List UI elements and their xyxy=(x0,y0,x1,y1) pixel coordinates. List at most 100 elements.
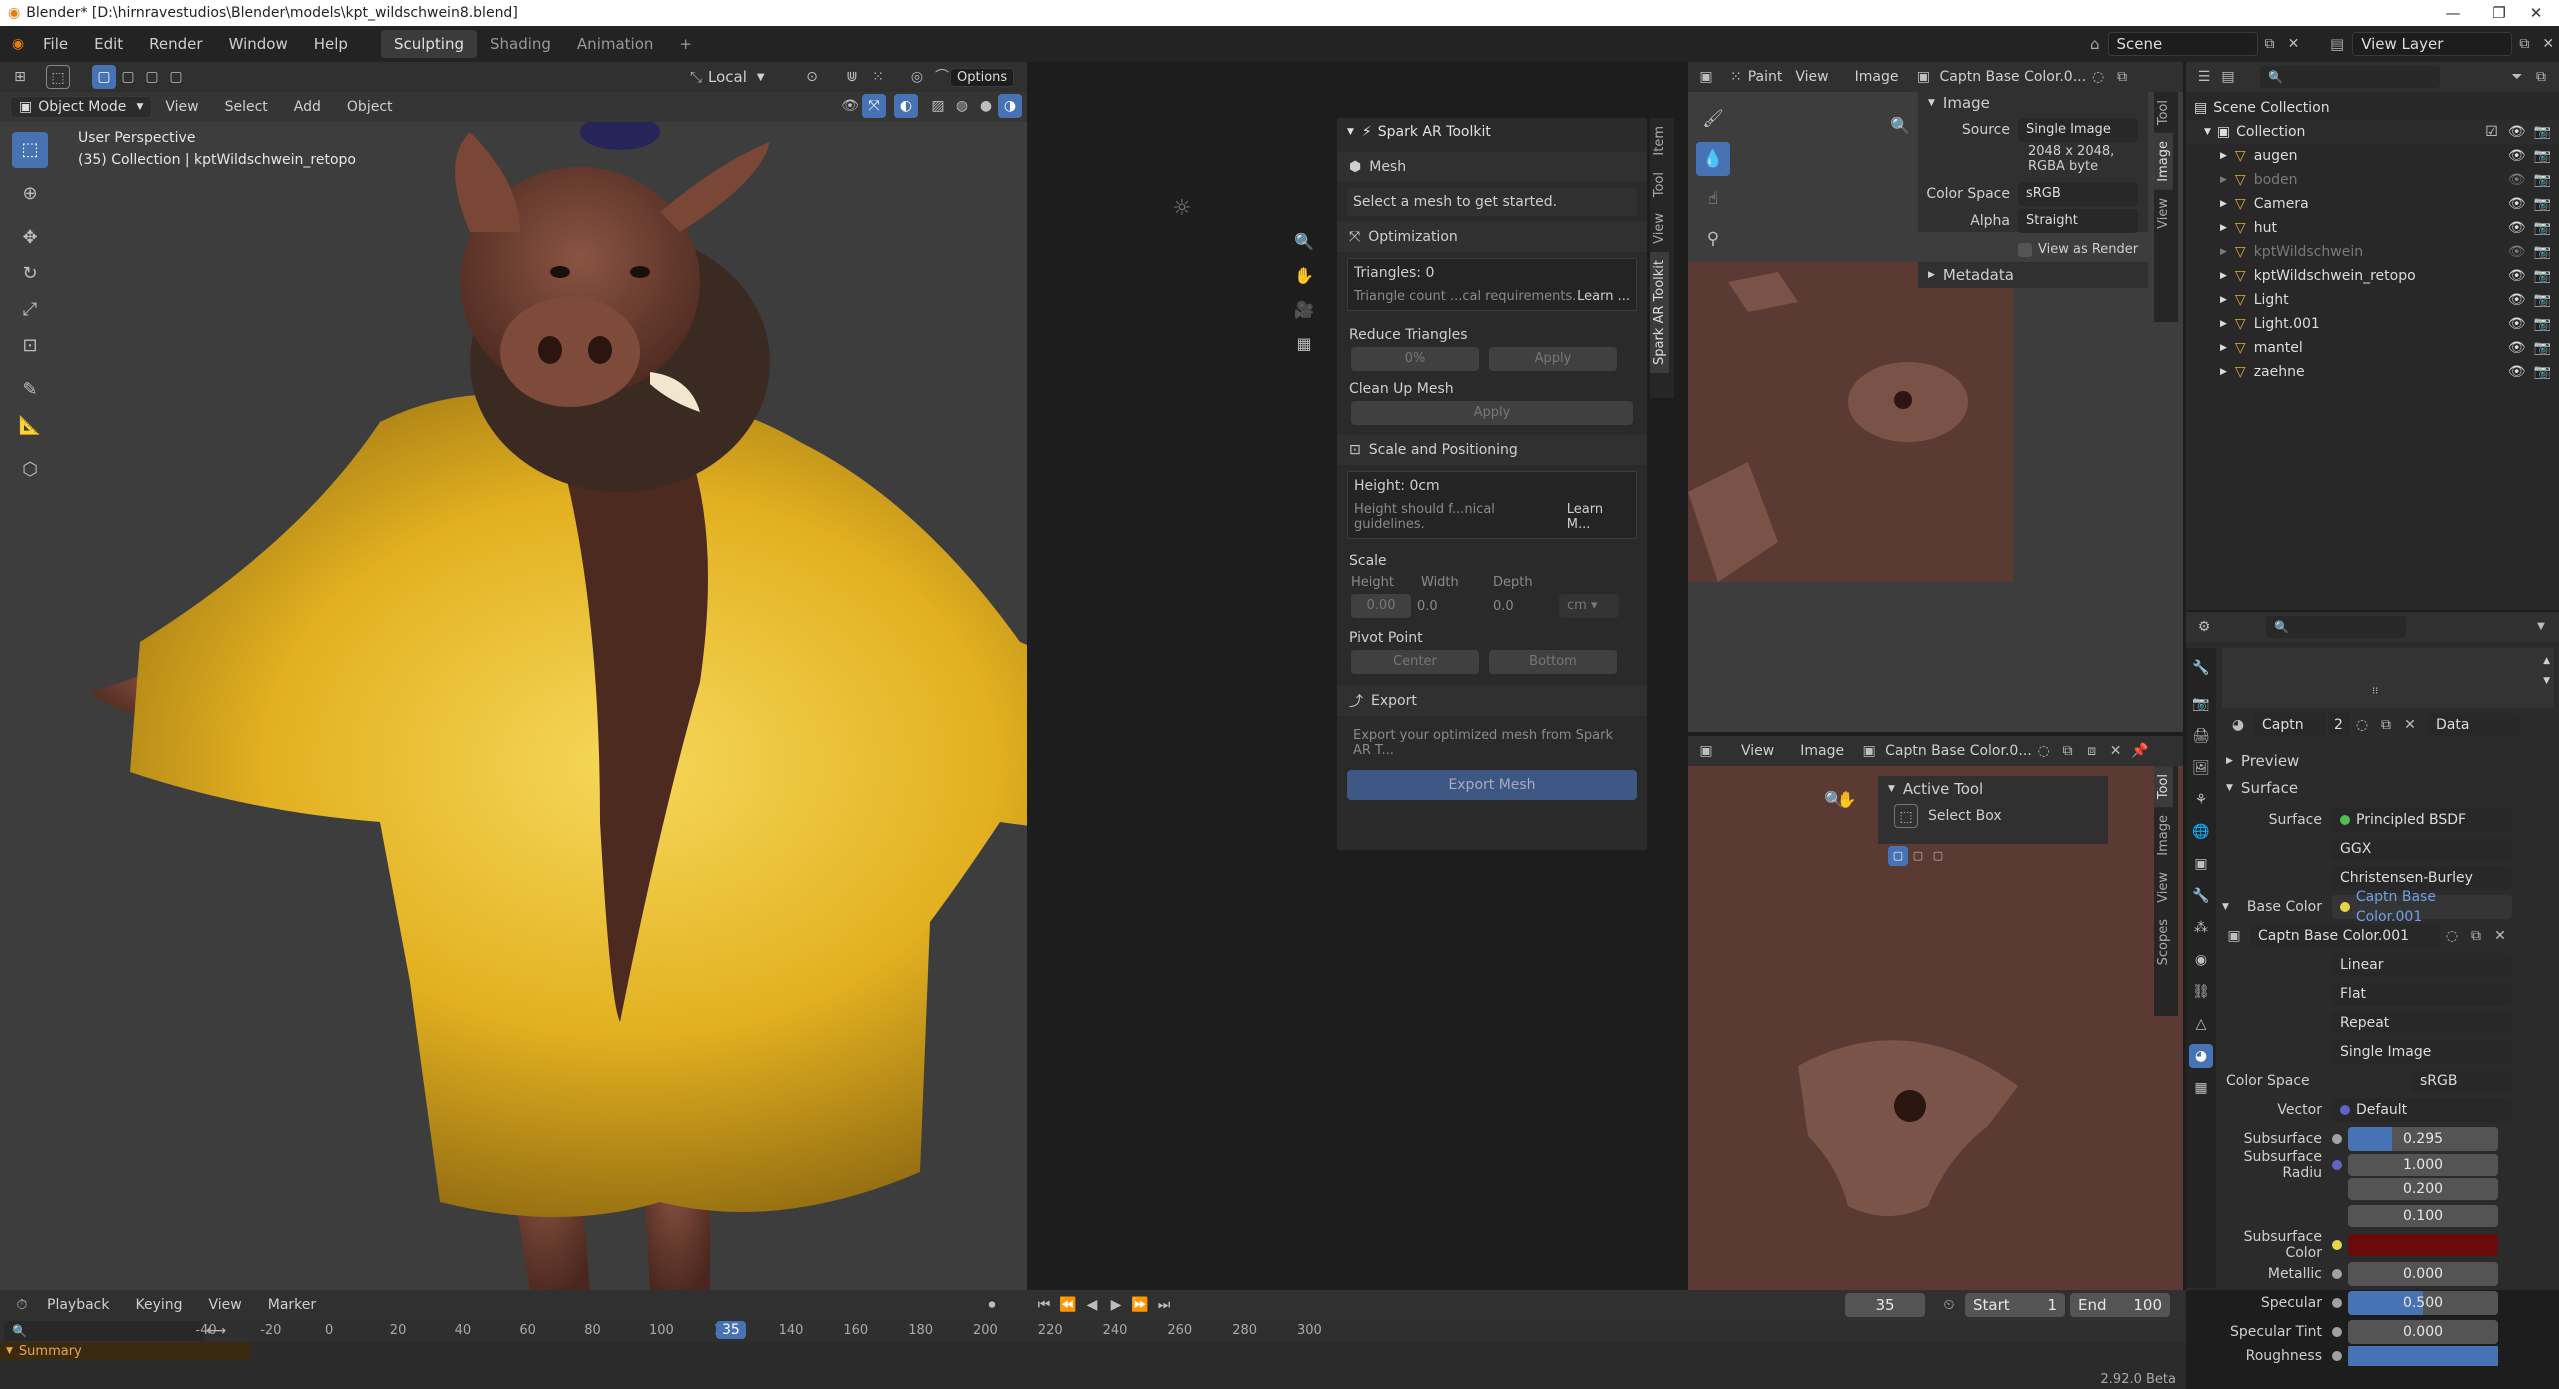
tab-image[interactable]: Image xyxy=(2154,807,2173,864)
image-menu-view[interactable]: View xyxy=(1728,743,1787,759)
new-viewlayer-icon[interactable]: ⧉ xyxy=(2512,32,2536,56)
next-keyframe-icon[interactable]: ⏩ xyxy=(1128,1293,1152,1317)
viewlayer-field[interactable]: View Layer xyxy=(2352,32,2513,56)
image-name-field[interactable]: Captn Base Color.0... xyxy=(1939,69,2086,85)
ortho-grid-icon[interactable]: ▦ xyxy=(1292,332,1316,356)
camera-icon[interactable]: 📷 xyxy=(2534,196,2551,212)
image-browse-icon[interactable]: ▣ xyxy=(2222,924,2246,948)
menu-edit[interactable]: Edit xyxy=(81,35,136,53)
image-name-field[interactable]: Captn Base Color.0... xyxy=(1885,743,2032,759)
material-users[interactable]: 2 xyxy=(2328,713,2350,737)
clone-brush-icon[interactable]: ⚲ xyxy=(1696,222,1730,256)
unit-dropdown[interactable]: cm ▾ xyxy=(1559,594,1619,618)
expand-arrow-icon[interactable]: ▶ xyxy=(2220,175,2227,185)
soften-brush-icon[interactable]: 💧 xyxy=(1696,142,1730,176)
expand-arrow-icon[interactable]: ▶ xyxy=(2220,199,2227,209)
playhead[interactable]: 35 xyxy=(716,1321,746,1339)
outliner-item[interactable]: ▶ ▽ mantel 👁 📷 xyxy=(2186,336,2559,360)
marker-menu[interactable]: Marker xyxy=(255,1297,329,1313)
subsurface-slider[interactable]: 0.295 xyxy=(2348,1126,2498,1151)
drag-handle-icon[interactable]: ⁝⁝ xyxy=(2372,686,2378,697)
vector-field[interactable]: Default xyxy=(2332,1097,2512,1122)
export-mesh-button[interactable]: Export Mesh xyxy=(1347,770,1637,800)
tab-spark-ar[interactable]: Spark AR Toolkit xyxy=(1650,251,1669,373)
image-panel-header[interactable]: ▼ Image xyxy=(1918,90,2148,116)
colorspace-dropdown[interactable]: sRGB xyxy=(2412,1068,2512,1093)
distribution-dropdown[interactable]: GGX xyxy=(2332,836,2512,861)
scene-field[interactable]: Scene xyxy=(2107,32,2258,56)
snap-target-icon[interactable]: ⁙ xyxy=(866,65,890,89)
tab-shading[interactable]: Shading xyxy=(477,30,564,58)
modifier-tab-icon[interactable]: 🔧 xyxy=(2189,884,2213,908)
eye-icon[interactable]: 👁 xyxy=(2508,148,2526,164)
eye-icon[interactable]: 👁 xyxy=(2508,340,2526,356)
jump-end-icon[interactable]: ⏭ xyxy=(1152,1293,1176,1317)
camera-icon[interactable]: 📷 xyxy=(2534,292,2551,308)
radius-y-field[interactable]: 0.200 xyxy=(2348,1178,2498,1200)
checkbox[interactable] xyxy=(2018,242,2032,257)
constraints-tab-icon[interactable]: ⛓ xyxy=(2189,980,2213,1004)
viewport-menu-object[interactable]: Object xyxy=(334,99,406,115)
scroll-down-icon[interactable]: ▼ xyxy=(2543,676,2550,686)
specular-tint-slider[interactable]: 0.000 xyxy=(2348,1319,2498,1344)
editor-type-icon[interactable]: ▣ xyxy=(1694,739,1718,763)
metallic-slider[interactable]: 0.000 xyxy=(2348,1261,2498,1286)
tab-scopes[interactable]: Scopes xyxy=(2154,911,2173,973)
end-frame-field[interactable]: End 100 xyxy=(2070,1293,2170,1317)
eye-icon[interactable]: 👁 xyxy=(2508,268,2526,284)
tab-tool[interactable]: Tool xyxy=(1650,164,1669,205)
viewport-menu-select[interactable]: Select xyxy=(212,99,281,115)
material-preview-icon[interactable]: ◑ xyxy=(998,94,1022,118)
camera-icon[interactable]: 📷 xyxy=(2534,316,2551,332)
pan-hand-icon[interactable]: ✋ xyxy=(1835,788,1859,812)
mode-intersect-icon[interactable]: ▢ xyxy=(164,65,188,89)
roughness-slider[interactable] xyxy=(2348,1346,2498,1366)
record-icon[interactable]: ⏺ xyxy=(980,1293,1004,1317)
source-dropdown[interactable]: Single Image xyxy=(2332,1039,2512,1064)
fake-user-icon[interactable]: ◌ xyxy=(2032,739,2056,763)
image-editor-bottom[interactable]: ▣ View Image ▣ Captn Base Color.0... ◌ ⧉… xyxy=(1688,736,2183,1290)
viewport-menu-view[interactable]: View xyxy=(152,99,211,115)
camera-icon[interactable]: 📷 xyxy=(2534,148,2551,164)
properties-search[interactable]: 🔍 xyxy=(2266,616,2406,638)
data-tab-icon[interactable]: △ xyxy=(2189,1012,2213,1036)
eye-icon[interactable]: 👁 xyxy=(2508,364,2526,380)
checkbox-icon[interactable]: ☑ xyxy=(2485,124,2498,140)
learn-more-link-2[interactable]: Learn M... xyxy=(1567,502,1630,532)
menu-file[interactable]: File xyxy=(30,35,81,53)
interpolation-dropdown[interactable]: Linear xyxy=(2332,952,2512,977)
link-dropdown[interactable]: Data xyxy=(2428,713,2520,737)
view-as-render[interactable]: View as Render xyxy=(2018,242,2138,257)
active-tool-header[interactable]: ▼ Active Tool xyxy=(1878,776,2108,802)
add-workspace-button[interactable]: + xyxy=(666,30,705,58)
play-reverse-icon[interactable]: ◀ xyxy=(1080,1293,1104,1317)
options-button[interactable]: Options xyxy=(950,67,1015,87)
fake-user-icon[interactable]: ◌ xyxy=(2440,924,2464,948)
menu-help[interactable]: Help xyxy=(301,35,361,53)
image-menu-view[interactable]: View xyxy=(1782,69,1841,85)
select-tool-icon[interactable]: ⬚ xyxy=(46,65,70,89)
expand-arrow-icon[interactable]: ▶ xyxy=(2220,295,2227,305)
mode-extend-icon[interactable]: ▢ xyxy=(116,65,140,89)
camera-icon[interactable]: 📷 xyxy=(2534,244,2551,260)
unlink-image-icon[interactable]: ✕ xyxy=(2104,739,2128,763)
depth-input[interactable]: 0.0 xyxy=(1493,599,1553,614)
eye-icon[interactable]: 👁 xyxy=(2508,124,2526,140)
camera-icon[interactable]: 📷 xyxy=(2534,172,2551,188)
material-slots[interactable]: ▲ ▼ ⁝⁝ xyxy=(2222,648,2554,708)
outliner-item[interactable]: ▶ ▽ augen 👁 📷 xyxy=(2186,144,2559,168)
world-tab-icon[interactable]: 🌐 xyxy=(2189,820,2213,844)
tab-sculpting[interactable]: Sculpting xyxy=(380,30,477,58)
mode-selector[interactable]: ▣ Object Mode ▼ xyxy=(10,96,153,118)
filter-icon[interactable]: ⏷ xyxy=(2505,65,2529,89)
minimize-button[interactable]: — xyxy=(2430,0,2476,26)
expand-arrow-icon[interactable]: ▶ xyxy=(2220,271,2227,281)
pivot-icon[interactable]: ⊙ xyxy=(800,65,824,89)
image-browse-icon[interactable]: ▣ xyxy=(1911,65,1935,89)
viewport-menu-add[interactable]: Add xyxy=(281,99,334,115)
tab-item[interactable]: Item xyxy=(1650,118,1669,164)
mode-extend-icon[interactable]: ▢ xyxy=(1908,846,1928,866)
zoom-icon[interactable]: 🔍 xyxy=(1292,230,1316,254)
menu-render[interactable]: Render xyxy=(136,35,215,53)
clock-icon[interactable]: ⏲ xyxy=(1937,1293,1961,1317)
